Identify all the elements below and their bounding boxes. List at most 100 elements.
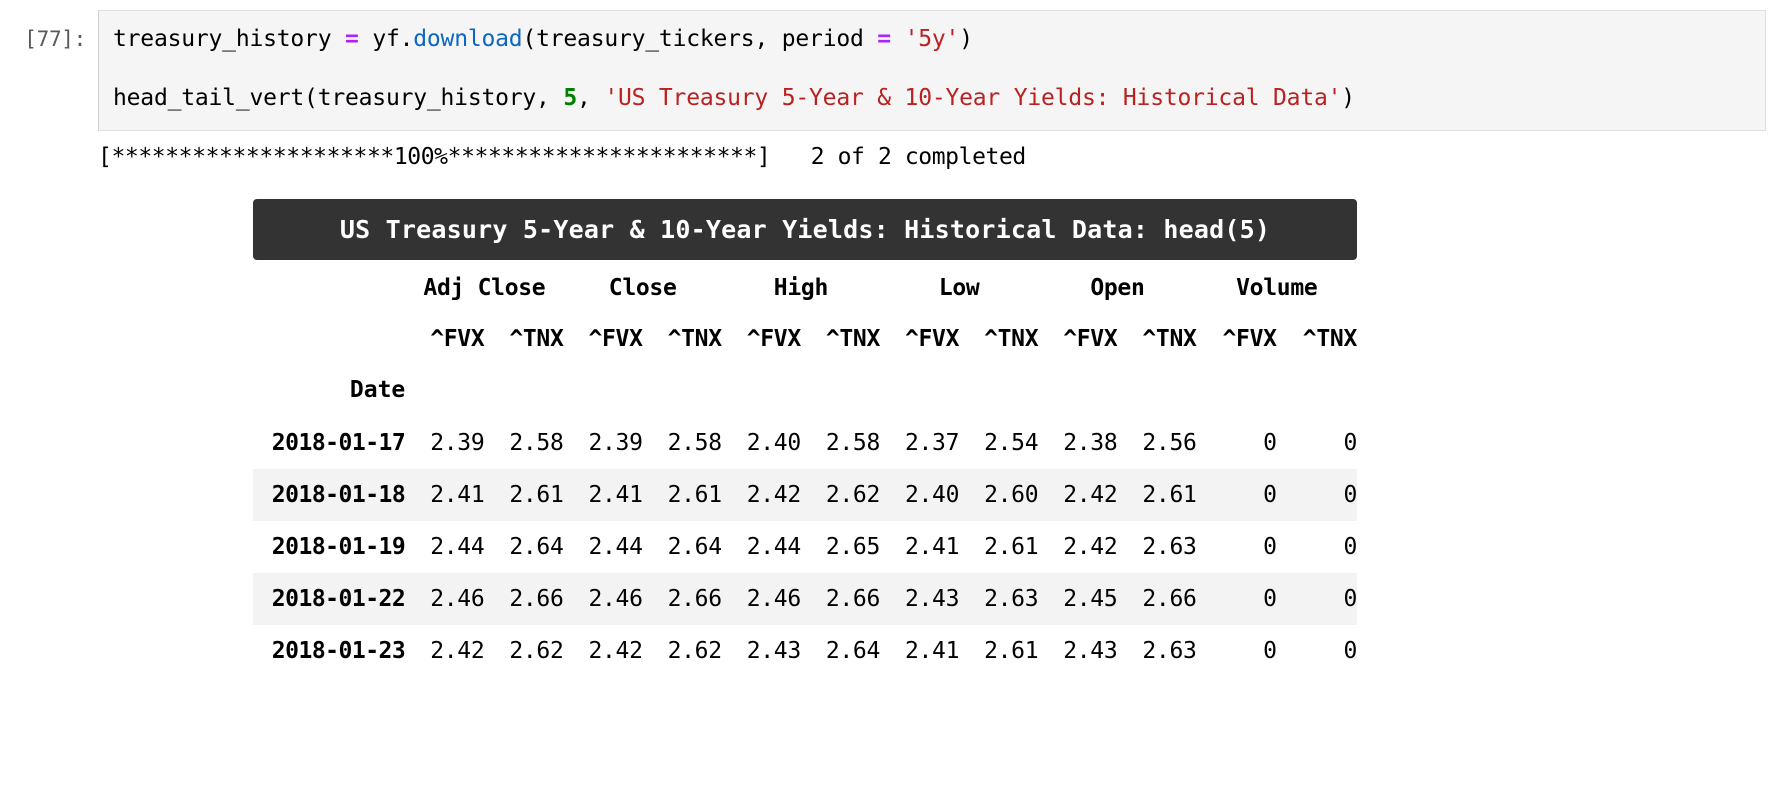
code-token-op: = [345,26,359,52]
table-cell-2-4: 2.44 [746,534,802,561]
dataframe-table: Adj Close Close High Low Open Volume ^FVX ^TNX… [253,262,1357,677]
table-cell-3-11: 0 [1343,586,1357,613]
table-cell-1-8: 2.42 [1063,482,1118,509]
table-cell-0-6: 2.37 [904,430,960,457]
code-token-plain: ) [1341,85,1355,112]
index-row-filler [1197,364,1277,416]
table-cell-0-0: 2.39 [430,430,485,457]
ticker-header-4: ^FVX [746,326,802,353]
table-cell-4-10: 0 [1263,638,1277,665]
table-cell-2-1: 2.64 [509,534,564,561]
notebook-code-cell[interactable]: [77]: treasury_history = yf.download(tre… [0,0,1776,131]
table-cell-3-9: 2.66 [1142,586,1197,613]
table-cell-2-8: 2.42 [1063,534,1118,561]
ticker-header-6: ^FVX [904,326,960,353]
table-cell-2-3: 2.64 [667,534,723,561]
table-cell-0-1: 2.58 [509,430,564,457]
ticker-header-9: ^TNX [1142,326,1197,353]
table-cell-4-11: 0 [1343,638,1357,665]
table-cell-0-5: 2.58 [825,430,881,457]
dataframe-header: Adj Close Close High Low Open Volume ^FVX ^TNX… [253,262,1357,417]
index-row-filler [484,364,563,416]
table-row: 2018-01-22 2.46 2.66 2.46 2.66 2.46 2.66 2.43 2.… [253,573,1357,626]
code-line-1: treasury_history = yf.download(treasury_… [113,21,1751,58]
ticker-header-1: ^TNX [509,326,564,353]
table-cell-0-2: 2.39 [588,430,643,457]
table-cell-0-10: 0 [1263,430,1277,457]
table-cell-2-7: 2.61 [984,534,1039,561]
table-cell-0-3: 2.58 [667,430,723,457]
ticker-header-11: ^TNX [1302,326,1358,353]
row-index-date: 2018-01-23 [271,638,406,665]
row-index-date: 2018-01-17 [271,430,406,457]
ticker-row-blank [253,314,405,364]
table-cell-2-6: 2.41 [904,534,960,561]
table-cell-4-7: 2.61 [984,638,1039,665]
table-cell-2-0: 2.44 [430,534,485,561]
table-cell-1-2: 2.41 [588,482,643,509]
table-cell-2-10: 0 [1263,534,1277,561]
index-row-filler [1277,364,1357,416]
table-cell-3-7: 2.63 [984,586,1039,613]
table-cell-1-6: 2.40 [904,482,960,509]
table-cell-0-7: 2.54 [984,430,1039,457]
table-cell-4-4: 2.43 [746,638,802,665]
table-cell-3-6: 2.43 [904,586,960,613]
table-row: 2018-01-18 2.41 2.61 2.41 2.61 2.42 2.62 2.40 2.… [253,469,1357,522]
code-token-str: '5y' [904,26,960,52]
ticker-header-5: ^TNX [825,326,881,353]
table-row: 2018-01-19 2.44 2.64 2.44 2.64 2.44 2.65 2.41 2.… [253,521,1358,573]
index-name-label: Date [349,377,406,404]
table-cell-1-3: 2.61 [667,482,723,509]
table-cell-3-0: 2.46 [430,586,485,613]
code-token-fn: download [413,26,523,52]
ticker-header-10: ^FVX [1222,326,1277,353]
row-index-date: 2018-01-22 [271,586,406,613]
column-group-volume: Volume [1236,275,1318,302]
index-row-filler [722,364,801,416]
dataframe-body: 2018-01-17 2.39 2.58 2.39 2.58 2.40 2.58 2.37 2.… [253,417,1357,677]
table-cell-4-1: 2.62 [509,638,564,665]
code-token-str: 'US Treasury 5-Year & 10-Year Yields: Hi… [604,85,1342,112]
ticker-header-3: ^TNX [667,326,723,353]
table-cell-4-9: 2.63 [1142,638,1197,665]
table-cell-1-1: 2.61 [509,482,564,509]
index-row-filler [405,364,484,416]
table-cell-2-11: 0 [1343,534,1357,561]
column-group-close: Close [608,275,677,302]
ticker-header-7: ^TNX [984,326,1039,353]
table-cell-2-5: 2.65 [825,534,881,561]
column-group-open: Open [1090,275,1145,302]
table-row: 2018-01-17 2.39 2.58 2.39 2.58 2.40 2.58 2.37 2.… [253,417,1358,469]
row-index-date: 2018-01-18 [271,482,406,509]
table-cell-1-4: 2.42 [746,482,802,509]
table-cell-3-10: 0 [1263,586,1277,613]
table-cell-2-9: 2.63 [1142,534,1197,561]
table-cell-1-10: 0 [1263,482,1277,509]
code-editor-area[interactable]: treasury_history = yf.download(treasury_… [98,10,1766,131]
table-cell-1-9: 2.61 [1142,482,1197,509]
table-cell-3-2: 2.46 [588,586,643,613]
ticker-header-row: ^FVX ^TNX ^FVX ^TNX ^FVX ^TNX ^FVX ^TNX ^FVX ^TNX… [253,314,1357,364]
code-token-num: 5 [563,85,578,112]
table-cell-4-3: 2.62 [667,638,723,665]
code-token-plain: head_tail_vert(treasury_history, [113,85,564,112]
index-row-filler [1038,364,1117,416]
table-cell-0-9: 2.56 [1142,430,1197,457]
table-cell-3-4: 2.46 [746,586,802,613]
code-line-3: head_tail_vert(treasury_history, 5, 'US … [113,80,1751,117]
dataframe-output: US Treasury 5-Year & 10-Year Yields: His… [0,172,1776,677]
progress-spacer [770,144,810,170]
dataframe-title-banner: US Treasury 5-Year & 10-Year Yields: His… [253,199,1357,261]
header-corner-blank [253,262,405,314]
table-cell-3-1: 2.66 [509,586,564,613]
table-cell-4-6: 2.41 [904,638,960,665]
download-progress-bar: [*********************100%**************… [98,143,771,170]
table-cell-4-8: 2.43 [1063,638,1118,665]
stdout-progress-line: [*********************100%**************… [0,131,1776,173]
ticker-header-2: ^FVX [588,326,643,353]
code-token-plain: treasury_history [113,26,346,52]
index-row-filler [643,364,722,416]
